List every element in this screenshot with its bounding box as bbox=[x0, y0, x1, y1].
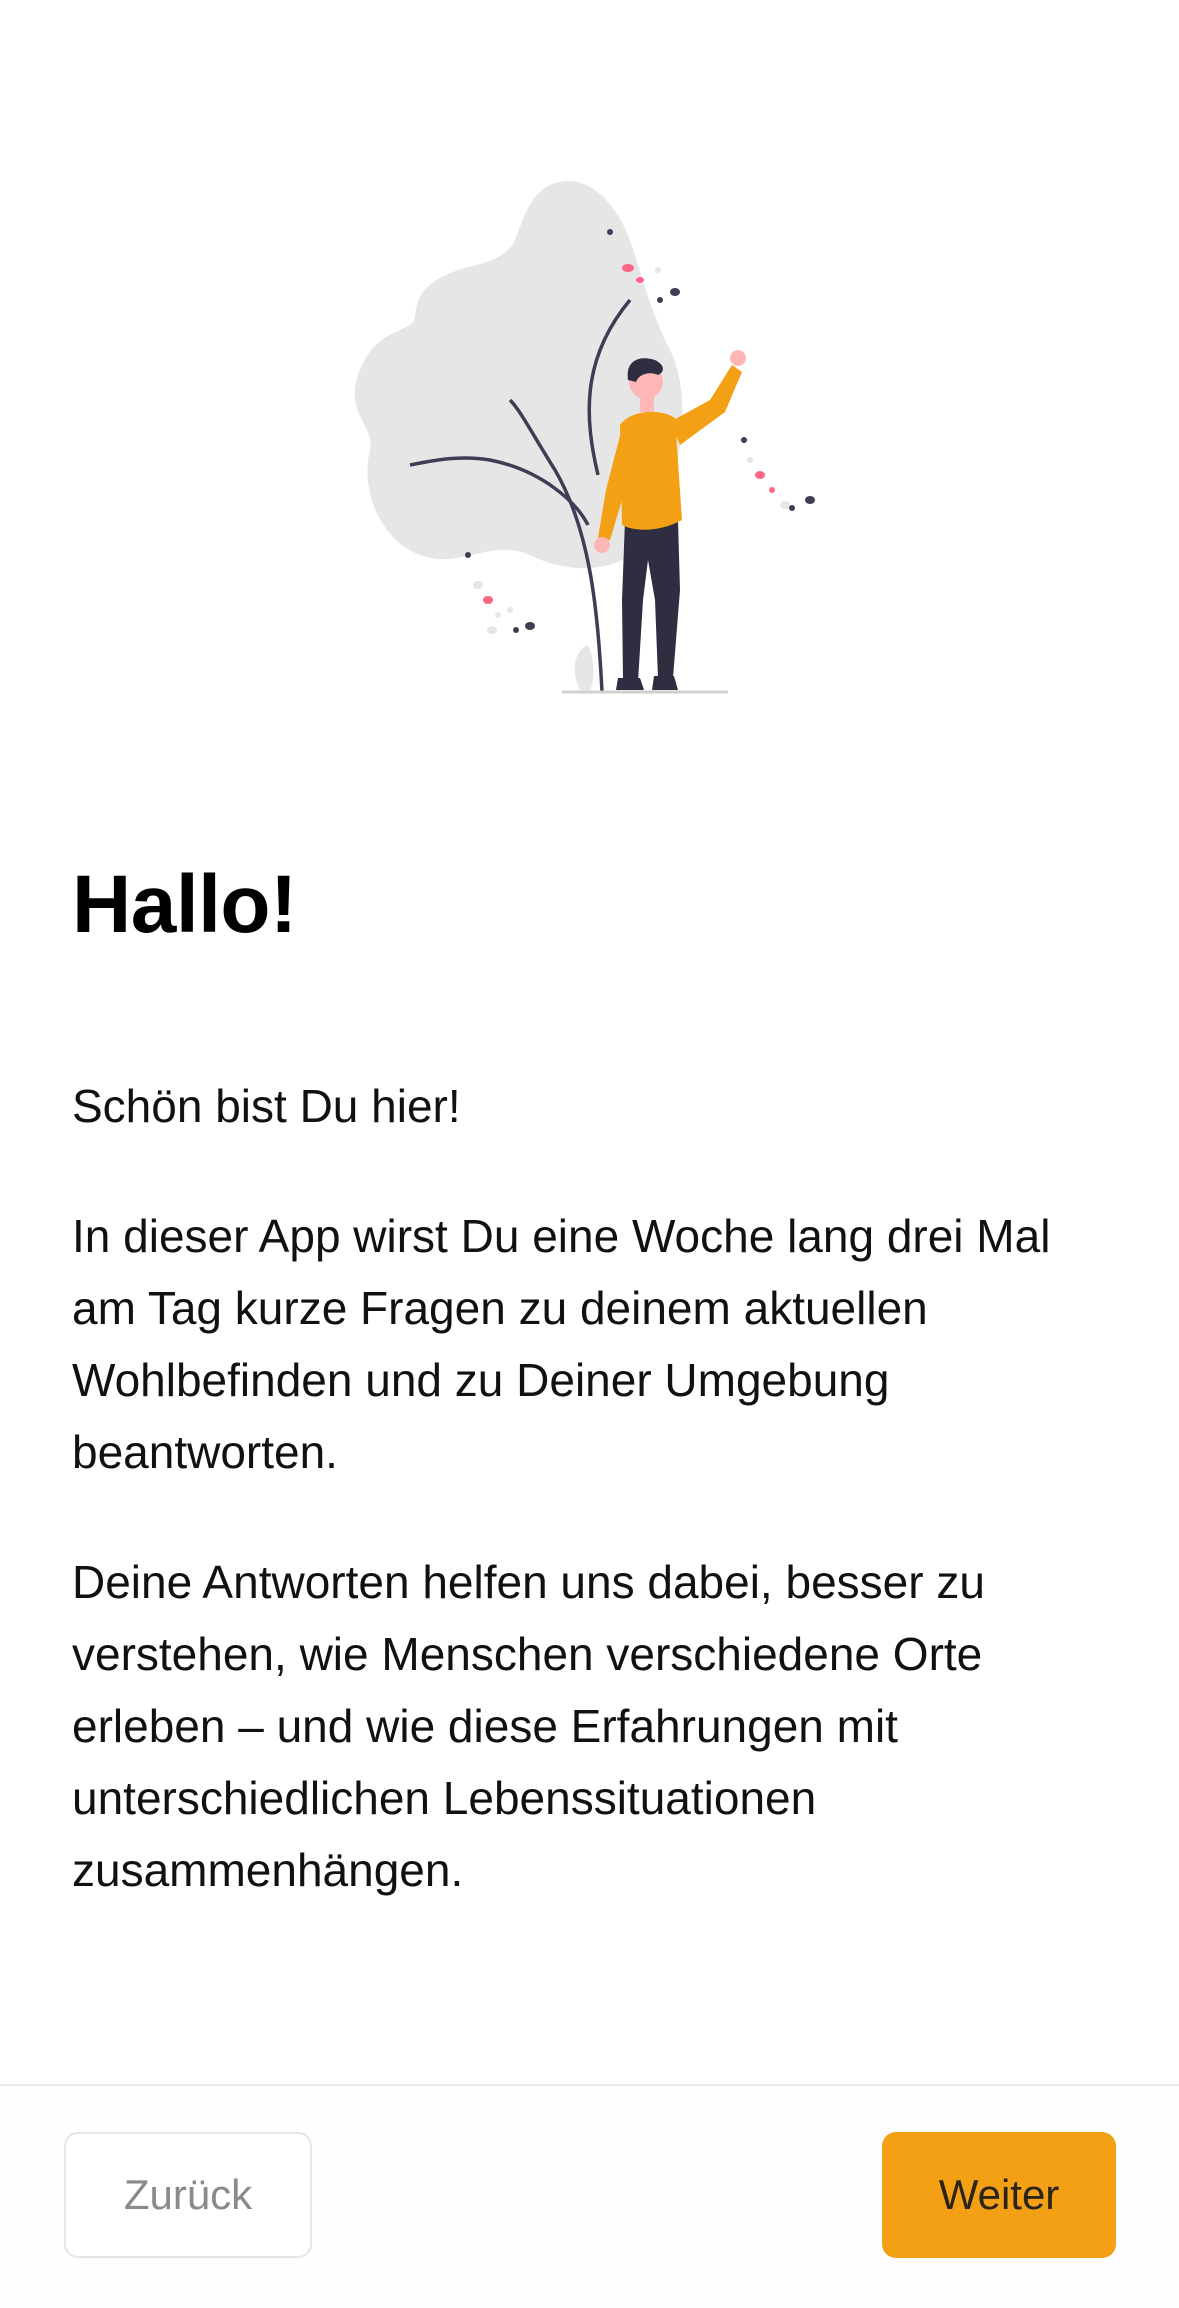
next-button[interactable]: Weiter bbox=[882, 2132, 1116, 2258]
navigation-footer: Zurück Weiter bbox=[0, 2084, 1179, 2308]
back-button[interactable]: Zurück bbox=[64, 2132, 312, 2258]
person-waving-illustration bbox=[340, 160, 840, 720]
welcome-content: Hallo! Schön bist Du hier! In dieser App… bbox=[72, 859, 1122, 1906]
purpose-text: Deine Antworten helfen uns dabei, besser… bbox=[72, 1556, 985, 1897]
intro-text: In dieser App wirst Du eine Woche lang d… bbox=[72, 1210, 1051, 1479]
greeting-text: Schön bist Du hier! bbox=[72, 1080, 461, 1133]
page-title: Hallo! bbox=[72, 859, 297, 950]
